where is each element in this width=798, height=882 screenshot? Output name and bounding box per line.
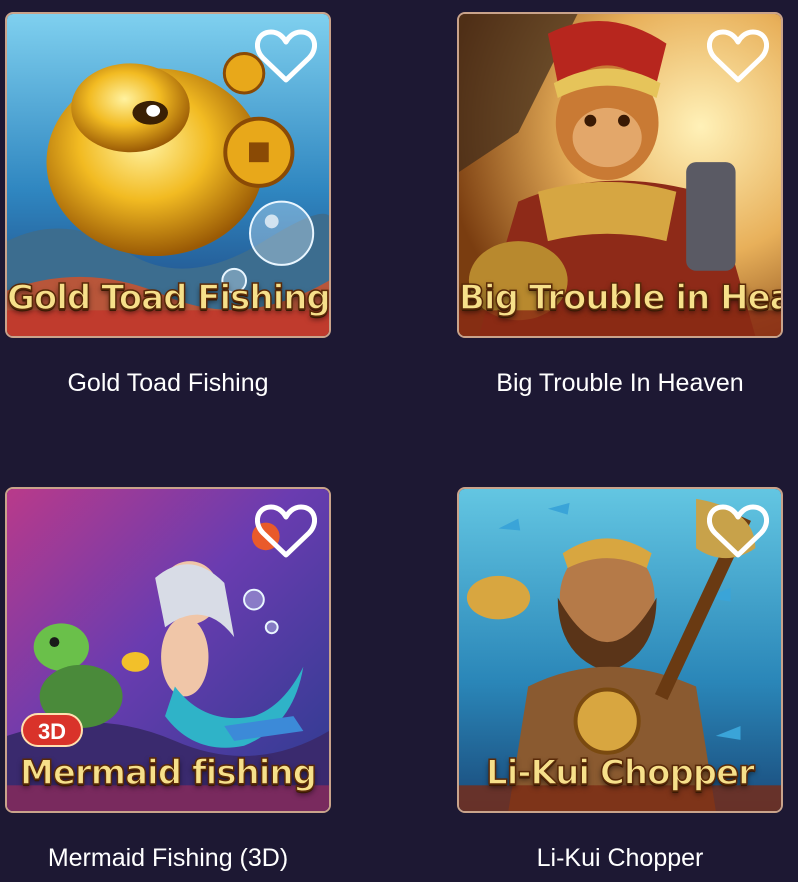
game-thumbnail[interactable]: 3D Mermaid fishing bbox=[5, 487, 331, 813]
heart-outline-icon[interactable] bbox=[707, 503, 769, 559]
game-card-li-kui-chopper[interactable]: Li-Kui Chopper Li-Kui Chopper bbox=[457, 487, 783, 873]
game-banner-text: Big Trouble in Heaven bbox=[459, 277, 781, 319]
game-card-mermaid-fishing-3d[interactable]: 3D Mermaid fishing Mermaid Fishing (3D) bbox=[5, 487, 331, 873]
game-thumbnail[interactable]: Big Trouble in Heaven bbox=[457, 12, 783, 338]
game-title[interactable]: Li-Kui Chopper bbox=[457, 843, 783, 873]
game-card-big-trouble-in-heaven[interactable]: Big Trouble in Heaven Big Trouble In Hea… bbox=[457, 12, 783, 398]
game-title[interactable]: Big Trouble In Heaven bbox=[457, 368, 783, 398]
game-banner-text: Mermaid fishing bbox=[19, 752, 317, 794]
game-banner-text: Li-Kui Chopper bbox=[485, 752, 755, 794]
game-thumbnail[interactable]: Gold Toad Fishing bbox=[5, 12, 331, 338]
game-thumbnail[interactable]: Li-Kui Chopper bbox=[457, 487, 783, 813]
game-card-gold-toad-fishing[interactable]: Gold Toad Fishing Gold Toad Fishing bbox=[5, 12, 331, 398]
heart-outline-icon[interactable] bbox=[255, 28, 317, 84]
game-title[interactable]: Gold Toad Fishing bbox=[5, 368, 331, 398]
heart-outline-icon[interactable] bbox=[707, 28, 769, 84]
3d-badge: 3D bbox=[21, 713, 83, 747]
game-banner-text: Gold Toad Fishing bbox=[7, 277, 330, 319]
heart-outline-icon[interactable] bbox=[255, 503, 317, 559]
game-title[interactable]: Mermaid Fishing (3D) bbox=[5, 843, 331, 873]
game-grid: Gold Toad Fishing Gold Toad Fishing Big … bbox=[0, 0, 798, 882]
